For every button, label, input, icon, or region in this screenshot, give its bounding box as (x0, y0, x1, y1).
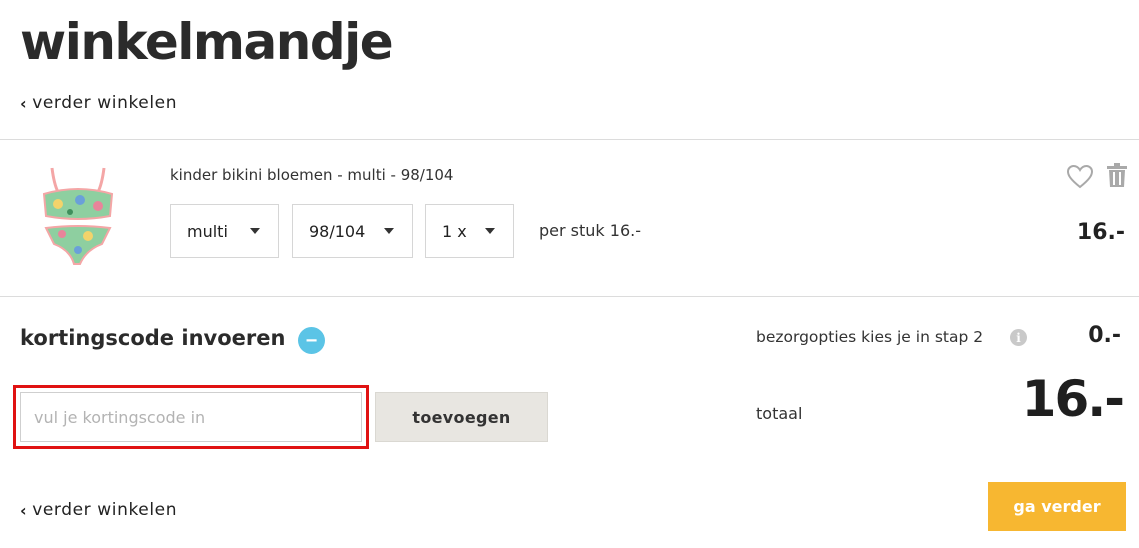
trash-icon[interactable] (1106, 163, 1128, 187)
item-price: 16.- (1076, 220, 1125, 245)
collapse-minus-icon[interactable]: − (298, 327, 325, 354)
divider (0, 296, 1139, 297)
product-thumbnail[interactable] (40, 164, 116, 268)
quantity-select-value: 1 x (442, 221, 467, 241)
info-icon[interactable]: i (1010, 329, 1027, 346)
size-select[interactable]: 98/104 (292, 204, 413, 258)
delivery-price: 0.- (1088, 323, 1121, 348)
delivery-options-label: bezorgopties kies je in stap 2 (756, 328, 984, 346)
continue-button[interactable]: ga verder (988, 482, 1126, 531)
total-price: 16.- (1021, 370, 1125, 428)
chevron-left-icon: ‹ (20, 93, 28, 113)
total-label: totaal (756, 404, 803, 423)
product-name[interactable]: kinder bikini bloemen - multi - 98/104 (170, 166, 453, 184)
per-piece-price: per stuk 16.- (539, 221, 641, 240)
add-discount-button[interactable]: toevoegen (375, 392, 548, 442)
heart-icon[interactable] (1066, 164, 1094, 190)
caret-down-icon (384, 228, 394, 234)
discount-code-input[interactable] (20, 392, 362, 442)
continue-shopping-link-top[interactable]: ‹ verder winkelen (20, 93, 177, 113)
page-title: winkelmandje (20, 13, 394, 71)
quantity-select[interactable]: 1 x (425, 204, 514, 258)
chevron-left-icon: ‹ (20, 500, 28, 520)
continue-shopping-label: verder winkelen (32, 93, 178, 113)
discount-code-title[interactable]: kortingscode invoeren (20, 326, 285, 350)
continue-shopping-link-bottom[interactable]: ‹ verder winkelen (20, 500, 177, 520)
caret-down-icon (250, 228, 260, 234)
divider (0, 139, 1139, 140)
color-select[interactable]: multi (170, 204, 279, 258)
size-select-value: 98/104 (309, 221, 366, 241)
color-select-value: multi (187, 221, 228, 241)
continue-shopping-label: verder winkelen (32, 500, 178, 520)
caret-down-icon (485, 228, 495, 234)
